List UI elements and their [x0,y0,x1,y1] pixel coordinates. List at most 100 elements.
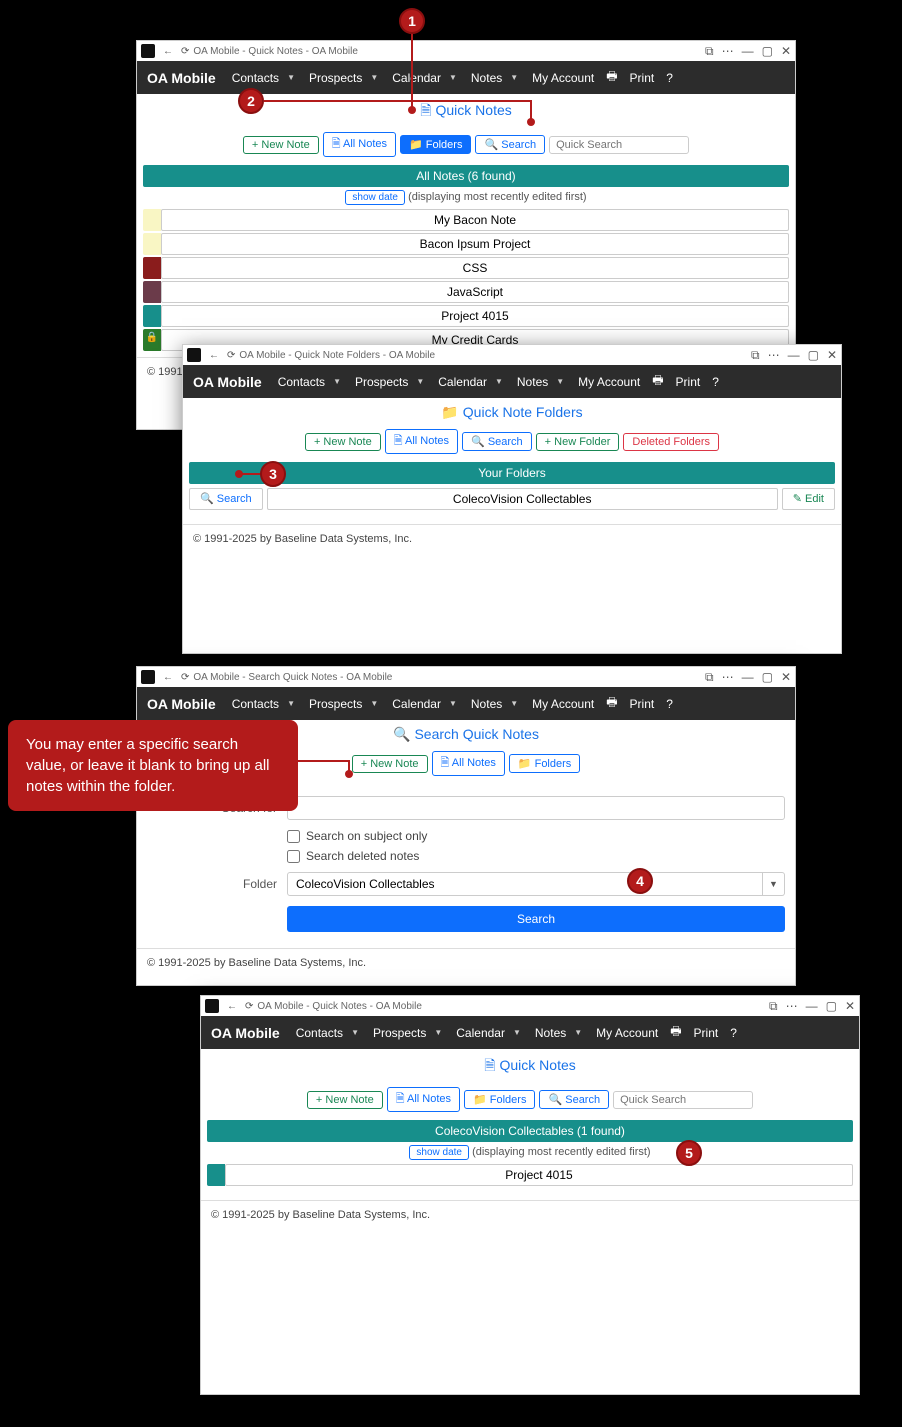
back-icon[interactable]: ← [227,1001,237,1012]
menu-calendar[interactable]: Calendar [388,695,445,713]
folder-select[interactable]: ColecoVision Collectables [287,872,763,896]
chevron-down-icon[interactable]: ▼ [449,73,457,82]
deleted-folders-button[interactable]: Deleted Folders [623,433,719,451]
menu-notes[interactable]: Notes [513,373,552,391]
menu-my-account[interactable]: My Account [592,1024,662,1042]
show-date-button[interactable]: show date [409,1145,469,1160]
chevron-down-icon[interactable]: ▼ [434,1028,442,1037]
menu-print[interactable]: Print [626,695,659,713]
folder-search-button[interactable]: 🔍 Search [189,488,263,510]
minimize-icon[interactable]: — [788,348,800,362]
close-icon[interactable]: ✕ [827,348,837,362]
back-icon[interactable]: ← [163,46,173,57]
note-row[interactable]: My Bacon Note [143,209,789,231]
menu-help[interactable]: ? [708,373,723,391]
do-search-button[interactable]: Search [287,906,785,932]
menu-notes[interactable]: Notes [531,1024,570,1042]
menu-contacts[interactable]: Contacts [274,373,329,391]
menu-calendar[interactable]: Calendar [452,1024,509,1042]
app-menu-icon[interactable]: ⧉ [751,348,760,363]
chevron-down-icon[interactable]: ▼ [449,699,457,708]
note-row[interactable]: Project 4015 [207,1164,853,1186]
chevron-down-icon[interactable]: ▼ [370,699,378,708]
menu-contacts[interactable]: Contacts [292,1024,347,1042]
print-icon[interactable]: 🖶 [648,369,667,394]
maximize-icon[interactable]: ▢ [826,999,837,1013]
refresh-icon[interactable]: ⟳ [181,46,189,57]
brand[interactable]: OA Mobile [147,70,216,86]
search-for-input[interactable] [287,796,785,820]
search-button[interactable]: 🔍 Search [475,135,545,154]
menu-print[interactable]: Print [672,373,705,391]
close-icon[interactable]: ✕ [781,44,791,58]
new-folder-button[interactable]: + New Folder [536,433,620,451]
menu-prospects[interactable]: Prospects [305,69,366,87]
chevron-down-icon[interactable]: ▼ [333,377,341,386]
quick-search-input[interactable] [549,136,689,154]
brand[interactable]: OA Mobile [193,374,262,390]
print-icon[interactable]: 🖶 [602,65,621,90]
all-notes-button[interactable]: 🗎 All Notes [323,132,396,157]
app-menu-icon[interactable]: ⧉ [705,44,714,59]
note-row[interactable]: CSS [143,257,789,279]
more-icon[interactable]: ⋯ [722,44,734,58]
note-row[interactable]: JavaScript [143,281,789,303]
menu-my-account[interactable]: My Account [574,373,644,391]
menu-prospects[interactable]: Prospects [369,1024,430,1042]
subject-only-checkbox[interactable] [287,830,300,843]
show-date-button[interactable]: show date [345,190,405,205]
app-menu-icon[interactable]: ⧉ [769,999,778,1014]
menu-print[interactable]: Print [626,69,659,87]
more-icon[interactable]: ⋯ [768,348,780,362]
back-icon[interactable]: ← [209,350,219,361]
menu-contacts[interactable]: Contacts [228,69,283,87]
quick-search-input[interactable] [613,1091,753,1109]
new-note-button[interactable]: + New Note [305,433,381,451]
all-notes-button[interactable]: 🗎 All Notes [385,429,458,454]
folder-edit-button[interactable]: ✎ Edit [782,488,835,510]
menu-print[interactable]: Print [690,1024,723,1042]
menu-calendar[interactable]: Calendar [434,373,491,391]
deleted-notes-checkbox[interactable] [287,850,300,863]
minimize-icon[interactable]: — [742,670,754,684]
folders-button[interactable]: 📁 Folders [400,135,471,154]
maximize-icon[interactable]: ▢ [762,670,773,684]
chevron-down-icon[interactable]: ▼ [763,872,785,896]
app-menu-icon[interactable]: ⧉ [705,670,714,685]
folders-button[interactable]: 📁 Folders [464,1090,535,1109]
more-icon[interactable]: ⋯ [722,670,734,684]
chevron-down-icon[interactable]: ▼ [287,699,295,708]
refresh-icon[interactable]: ⟳ [227,350,235,361]
maximize-icon[interactable]: ▢ [762,44,773,58]
menu-contacts[interactable]: Contacts [228,695,283,713]
new-note-button[interactable]: + New Note [352,755,428,773]
search-button[interactable]: 🔍 Search [539,1090,609,1109]
close-icon[interactable]: ✕ [781,670,791,684]
chevron-down-icon[interactable]: ▼ [556,377,564,386]
menu-notes[interactable]: Notes [467,69,506,87]
chevron-down-icon[interactable]: ▼ [513,1028,521,1037]
chevron-down-icon[interactable]: ▼ [574,1028,582,1037]
menu-prospects[interactable]: Prospects [305,695,366,713]
back-icon[interactable]: ← [163,672,173,683]
menu-help[interactable]: ? [662,69,677,87]
new-note-button[interactable]: + New Note [307,1091,383,1109]
chevron-down-icon[interactable]: ▼ [416,377,424,386]
brand[interactable]: OA Mobile [211,1025,280,1041]
maximize-icon[interactable]: ▢ [808,348,819,362]
menu-prospects[interactable]: Prospects [351,373,412,391]
print-icon[interactable]: 🖶 [666,1020,685,1045]
all-notes-button[interactable]: 🗎 All Notes [432,751,505,776]
menu-my-account[interactable]: My Account [528,695,598,713]
print-icon[interactable]: 🖶 [602,691,621,716]
menu-help[interactable]: ? [662,695,677,713]
chevron-down-icon[interactable]: ▼ [351,1028,359,1037]
folder-name[interactable]: ColecoVision Collectables [267,488,778,510]
note-row[interactable]: Bacon Ipsum Project [143,233,789,255]
menu-help[interactable]: ? [726,1024,741,1042]
chevron-down-icon[interactable]: ▼ [370,73,378,82]
all-notes-button[interactable]: 🗎 All Notes [387,1087,460,1112]
more-icon[interactable]: ⋯ [786,999,798,1013]
new-note-button[interactable]: + New Note [243,136,319,154]
brand[interactable]: OA Mobile [147,696,216,712]
